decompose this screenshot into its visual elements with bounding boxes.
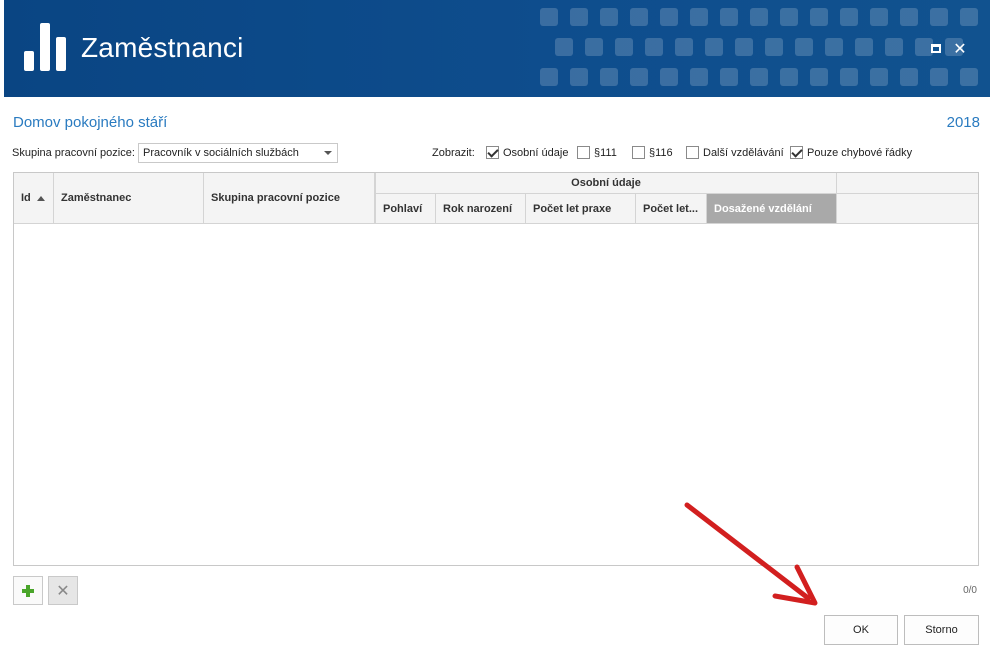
- checkbox-unchecked-icon[interactable]: [577, 146, 590, 159]
- add-button[interactable]: [13, 576, 43, 605]
- column-header-id[interactable]: Id: [14, 173, 54, 224]
- column-header-birth-year[interactable]: Rok narození: [436, 194, 526, 224]
- group-filter-label: Skupina pracovní pozice:: [12, 147, 135, 159]
- group-select[interactable]: Pracovník v sociálních službách: [138, 143, 338, 163]
- checkbox-label: §116: [649, 146, 673, 159]
- checkbox-label: §111: [594, 146, 617, 159]
- window-title: Zaměstnanci: [81, 32, 244, 63]
- column-header-label: Zaměstnanec: [61, 192, 132, 204]
- close-icon[interactable]: ✕: [952, 39, 968, 58]
- column-header-practice-years[interactable]: Počet let praxe: [526, 194, 636, 224]
- column-header-education[interactable]: Dosažené vzdělání: [707, 194, 837, 224]
- checkbox-unchecked-icon[interactable]: [632, 146, 645, 159]
- delete-button[interactable]: ✕: [48, 576, 78, 605]
- column-header-years-truncated[interactable]: Počet let...: [636, 194, 707, 224]
- employees-grid[interactable]: Id Zaměstnanec Skupina pracovní pozice O…: [13, 172, 979, 566]
- checkbox-dalsi-vzdelavani[interactable]: Další vzdělávání: [686, 146, 784, 159]
- column-header-empty: [837, 194, 978, 224]
- year-label: 2018: [946, 114, 980, 131]
- column-header-sex[interactable]: Pohlaví: [375, 194, 436, 224]
- column-header-label: Id: [21, 192, 31, 204]
- column-header-label: Rok narození: [443, 202, 513, 215]
- checkbox-label: Osobní údaje: [503, 146, 569, 159]
- delete-icon: ✕: [56, 581, 70, 600]
- maximize-icon[interactable]: [928, 40, 944, 56]
- column-header-label: Skupina pracovní pozice: [211, 192, 340, 204]
- app-logo-icon: [24, 23, 70, 71]
- checkbox-unchecked-icon[interactable]: [686, 146, 699, 159]
- column-header-employee[interactable]: Zaměstnanec: [54, 173, 204, 224]
- sort-ascending-icon: [36, 195, 45, 201]
- ok-button[interactable]: OK: [824, 615, 898, 645]
- cancel-button[interactable]: Storno: [904, 615, 979, 645]
- checkbox-par111[interactable]: §111: [577, 146, 617, 159]
- organization-name: Domov pokojného stáří: [13, 114, 168, 131]
- column-group-label: Osobní údaje: [571, 177, 641, 189]
- column-header-label: Pohlaví: [383, 202, 423, 215]
- column-group-header-empty: [837, 173, 978, 194]
- checkbox-label: Pouze chybové řádky: [807, 146, 913, 159]
- title-bar: Zaměstnanci ✕: [4, 0, 990, 97]
- show-label: Zobrazit:: [432, 147, 475, 159]
- column-header-label: Počet let praxe: [533, 202, 612, 215]
- checkbox-label: Další vzdělávání: [703, 146, 784, 159]
- checkbox-osobni-udaje[interactable]: Osobní údaje: [486, 146, 568, 159]
- checkbox-pouze-chybove[interactable]: Pouze chybové řádky: [790, 146, 912, 159]
- column-header-label: Dosažené vzdělání: [714, 202, 812, 215]
- column-header-group[interactable]: Skupina pracovní pozice: [204, 173, 375, 224]
- checkbox-par116[interactable]: §116: [632, 146, 673, 159]
- chevron-down-icon: [324, 151, 332, 155]
- header-decoration: [540, 8, 978, 86]
- column-header-label: Počet let...: [643, 202, 699, 215]
- plus-icon: [22, 584, 34, 597]
- group-select-value: Pracovník v sociálních službách: [143, 147, 299, 159]
- record-count: 0/0: [963, 585, 977, 596]
- column-group-header: Osobní údaje: [375, 173, 837, 194]
- checkbox-checked-icon[interactable]: [790, 146, 803, 159]
- checkbox-checked-icon[interactable]: [486, 146, 499, 159]
